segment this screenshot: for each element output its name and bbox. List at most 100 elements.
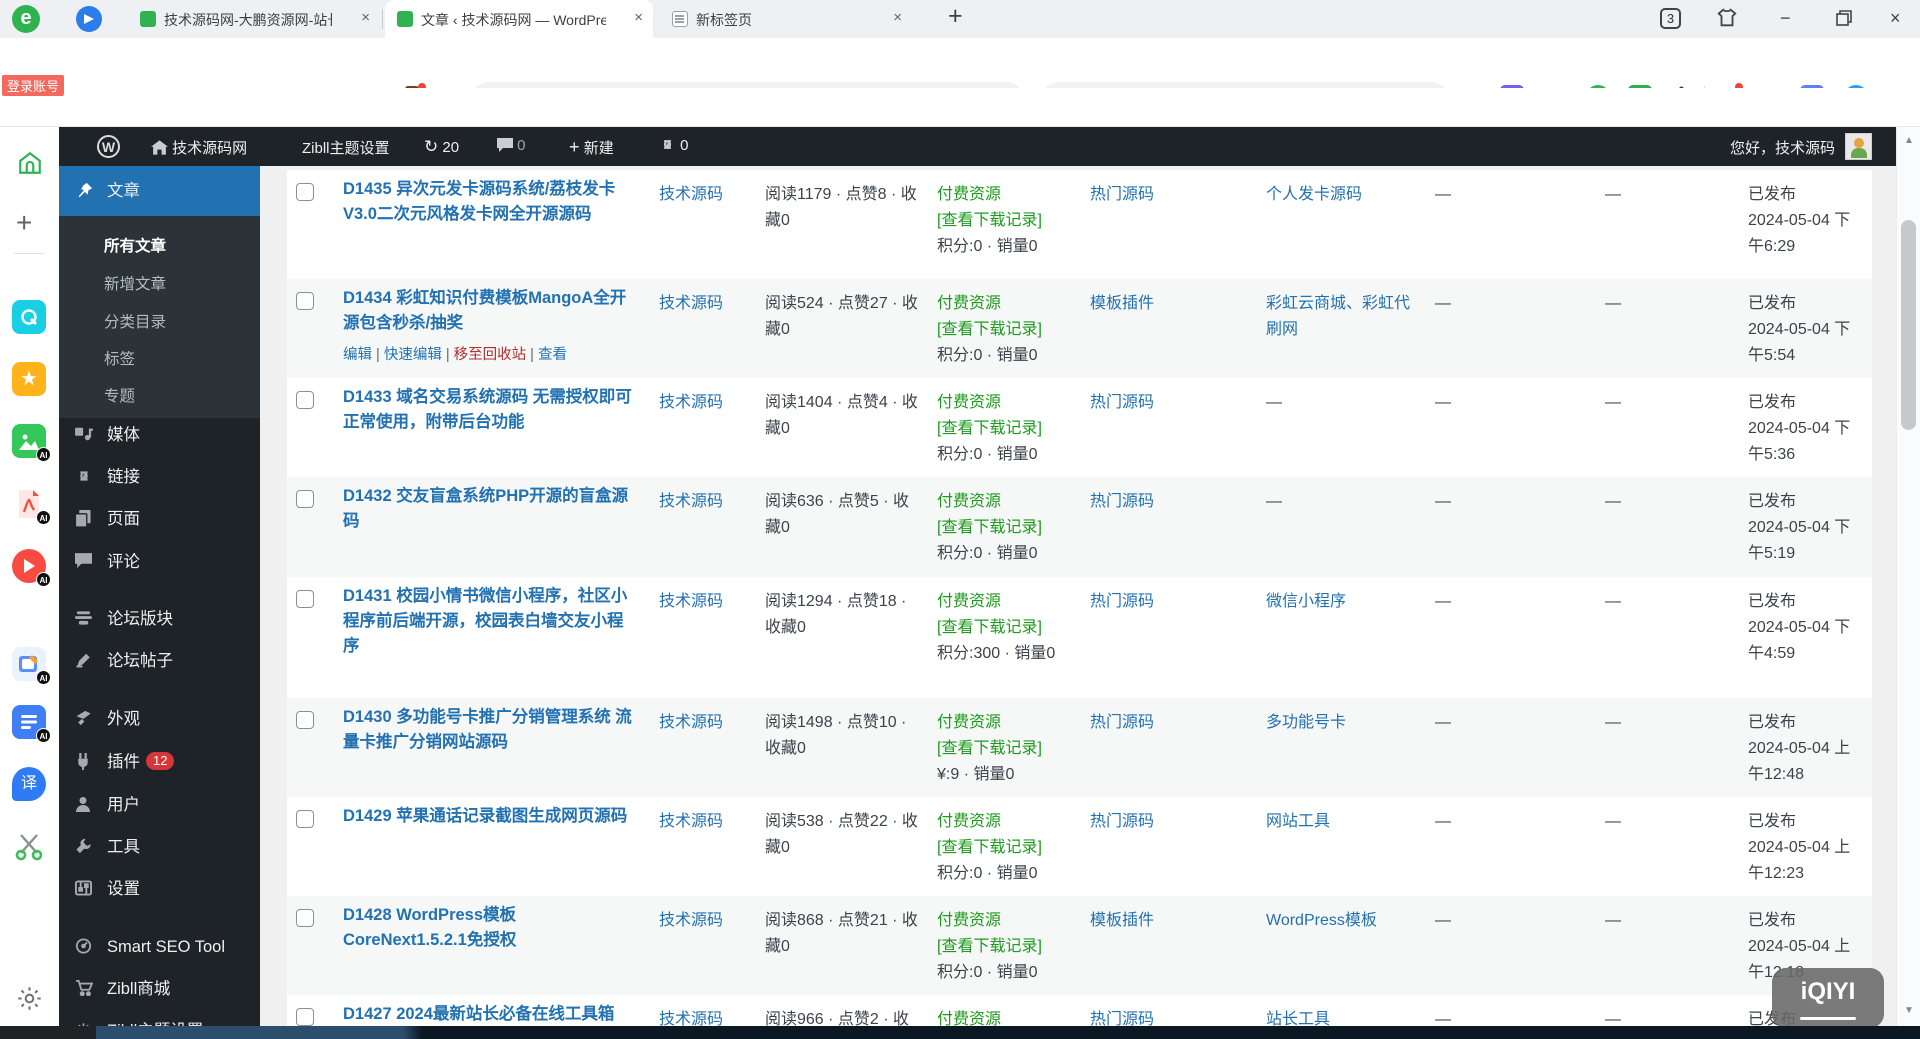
sidebar-item-links[interactable]: 链接 — [59, 456, 260, 498]
paid-resource-link[interactable]: 付费资源 — [937, 908, 1089, 934]
scroll-down-icon[interactable]: ▼ — [1897, 1005, 1920, 1016]
submenu-all-posts[interactable]: 所有文章 — [104, 234, 166, 256]
category-link[interactable]: 技术源码 — [659, 186, 723, 203]
category-link[interactable]: 技术源码 — [659, 295, 723, 312]
tab-new-page[interactable]: 新标签页 × — [660, 0, 912, 38]
download-records-link[interactable]: [查看下载记录] — [937, 934, 1089, 960]
tag-link[interactable]: WordPress模板 — [1266, 912, 1377, 929]
row-checkbox[interactable] — [296, 391, 314, 409]
row-checkbox[interactable] — [296, 909, 314, 927]
adminbar-new[interactable]: + 新建 — [569, 137, 614, 158]
tab-close-icon[interactable]: × — [634, 9, 643, 26]
sidebar-item-settings[interactable]: 设置 — [59, 868, 260, 910]
login-account-badge[interactable]: 登录账号 — [2, 75, 64, 96]
tab-count-button[interactable]: 3 — [1660, 8, 1681, 29]
row-checkbox[interactable] — [296, 490, 314, 508]
sidebar-item-comments[interactable]: 评论 — [59, 541, 260, 583]
sidebar-item-tools[interactable]: 工具 — [59, 826, 260, 868]
download-records-link[interactable]: [查看下载记录] — [937, 835, 1089, 861]
tag-link[interactable]: 微信小程序 — [1266, 593, 1346, 610]
settings-gear-icon[interactable] — [16, 985, 43, 1012]
paid-resource-link[interactable]: 付费资源 — [937, 589, 1089, 615]
translate-app-icon[interactable]: 译 — [12, 767, 46, 801]
scrollbar-thumb[interactable] — [1901, 220, 1916, 430]
row-action-edit[interactable]: 编辑 — [343, 347, 372, 363]
sidebar-item-media[interactable]: 媒体 — [59, 414, 260, 456]
topic-link[interactable]: 热门源码 — [1090, 493, 1154, 510]
side-add-icon[interactable]: + — [16, 207, 32, 239]
ai-media-app-icon[interactable]: AI — [12, 549, 46, 583]
ai-image-app-icon[interactable]: AI — [12, 424, 46, 458]
tag-link[interactable]: 多功能号卡 — [1266, 714, 1346, 731]
paid-resource-link[interactable]: 付费资源 — [937, 710, 1089, 736]
sidebar-item-users[interactable]: 用户 — [59, 784, 260, 826]
new-tab-button[interactable]: + — [948, 2, 963, 31]
topic-link[interactable]: 模板插件 — [1090, 912, 1154, 929]
category-link[interactable]: 技术源码 — [659, 813, 723, 830]
submenu-tags[interactable]: 标签 — [104, 347, 135, 369]
paid-resource-link[interactable]: 付费资源 — [937, 390, 1089, 416]
row-checkbox[interactable] — [296, 810, 314, 828]
download-records-link[interactable]: [查看下载记录] — [937, 208, 1089, 234]
restore-button[interactable] — [1836, 10, 1852, 26]
category-link[interactable]: 技术源码 — [659, 394, 723, 411]
post-title-link[interactable]: D1433 域名交易系统源码 无需授权即可正常使用，附带后台功能 — [343, 385, 638, 435]
post-title-link[interactable]: D1428 WordPress模板CoreNext1.5.2.1免授权 — [343, 903, 638, 953]
adminbar-site-link[interactable]: 技术源码网 — [151, 137, 247, 158]
category-link[interactable]: 技术源码 — [659, 714, 723, 731]
download-records-link[interactable]: [查看下载记录] — [937, 317, 1089, 343]
sidebar-item-smart-seo-tool[interactable]: Smart SEO Tool — [59, 926, 260, 968]
post-title-link[interactable]: D1430 多功能号卡推广分销管理系统 流量卡推广分销网站源码 — [343, 705, 638, 755]
close-window-button[interactable]: × — [1890, 8, 1901, 29]
sidebar-home-icon[interactable] — [17, 150, 43, 176]
row-checkbox[interactable] — [296, 1008, 314, 1026]
category-link[interactable]: 技术源码 — [659, 912, 723, 929]
ai-doc-app-icon[interactable]: AI — [12, 705, 46, 739]
tab-close-icon[interactable]: × — [361, 9, 370, 26]
post-title-link[interactable]: D1431 校园小情书微信小程序，社区小程序前后端开源，校园表白墙交友小程序 — [343, 584, 638, 659]
quark-app-icon[interactable] — [12, 300, 46, 334]
row-checkbox[interactable] — [296, 183, 314, 201]
submenu-add-post[interactable]: 新增文章 — [104, 272, 166, 294]
download-records-link[interactable]: [查看下载记录] — [937, 416, 1089, 442]
submenu-categories[interactable]: 分类目录 — [104, 310, 166, 332]
page-scrollbar[interactable]: ▲ ▼ — [1896, 127, 1920, 1039]
topic-link[interactable]: 模板插件 — [1090, 295, 1154, 312]
browser-logo-icon[interactable]: e — [12, 5, 40, 33]
tag-link[interactable]: 个人发卡源码 — [1266, 186, 1362, 203]
paid-resource-link[interactable]: 付费资源 — [937, 182, 1089, 208]
topic-link[interactable]: 热门源码 — [1090, 714, 1154, 731]
tag-link[interactable]: 彩虹云商城、彩虹代刷网 — [1266, 295, 1410, 338]
row-checkbox[interactable] — [296, 590, 314, 608]
favorites-star-app-icon[interactable]: ★ — [12, 362, 46, 396]
submenu-topics[interactable]: 专题 — [104, 384, 135, 406]
wordpress-logo-icon[interactable]: W — [97, 135, 120, 158]
row-action-trash[interactable]: 移至回收站 — [454, 347, 527, 363]
sidebar-item-appearance[interactable]: 外观 — [59, 698, 260, 740]
category-link[interactable]: 技术源码 — [659, 493, 723, 510]
row-action-quick-edit[interactable]: 快速编辑 — [384, 347, 442, 363]
browser-account-icon[interactable] — [76, 6, 102, 32]
tab-site-home[interactable]: 技术源码网-大鹏资源网-站长源 × — [128, 0, 380, 38]
skin-icon[interactable] — [1716, 7, 1738, 29]
sidebar-item-forum-posts[interactable]: 论坛帖子 — [59, 640, 260, 682]
topic-link[interactable]: 热门源码 — [1090, 186, 1154, 203]
sidebar-item-plugins[interactable]: 插件12 — [59, 741, 260, 783]
adminbar-updates[interactable]: ↻ 20 — [424, 137, 459, 157]
tag-link[interactable]: 网站工具 — [1266, 813, 1330, 830]
download-records-link[interactable]: [查看下载记录] — [937, 615, 1089, 641]
topic-link[interactable]: 热门源码 — [1090, 813, 1154, 830]
paid-resource-link[interactable]: 付费资源 — [937, 291, 1089, 317]
scissors-app-icon[interactable] — [13, 829, 45, 861]
row-checkbox[interactable] — [296, 711, 314, 729]
adminbar-zibll-settings[interactable]: Zibll主题设置 — [302, 137, 390, 158]
paid-resource-link[interactable]: 付费资源 — [937, 809, 1089, 835]
scroll-up-icon[interactable]: ▲ — [1897, 135, 1920, 146]
paid-resource-link[interactable]: 付费资源 — [937, 489, 1089, 515]
avatar[interactable] — [1845, 133, 1872, 160]
download-records-link[interactable]: [查看下载记录] — [937, 515, 1089, 541]
minimize-button[interactable]: − — [1780, 8, 1791, 29]
sidebar-item-posts[interactable]: 文章 — [59, 166, 260, 216]
download-records-link[interactable]: [查看下载记录] — [937, 736, 1089, 762]
category-link[interactable]: 技术源码 — [659, 593, 723, 610]
